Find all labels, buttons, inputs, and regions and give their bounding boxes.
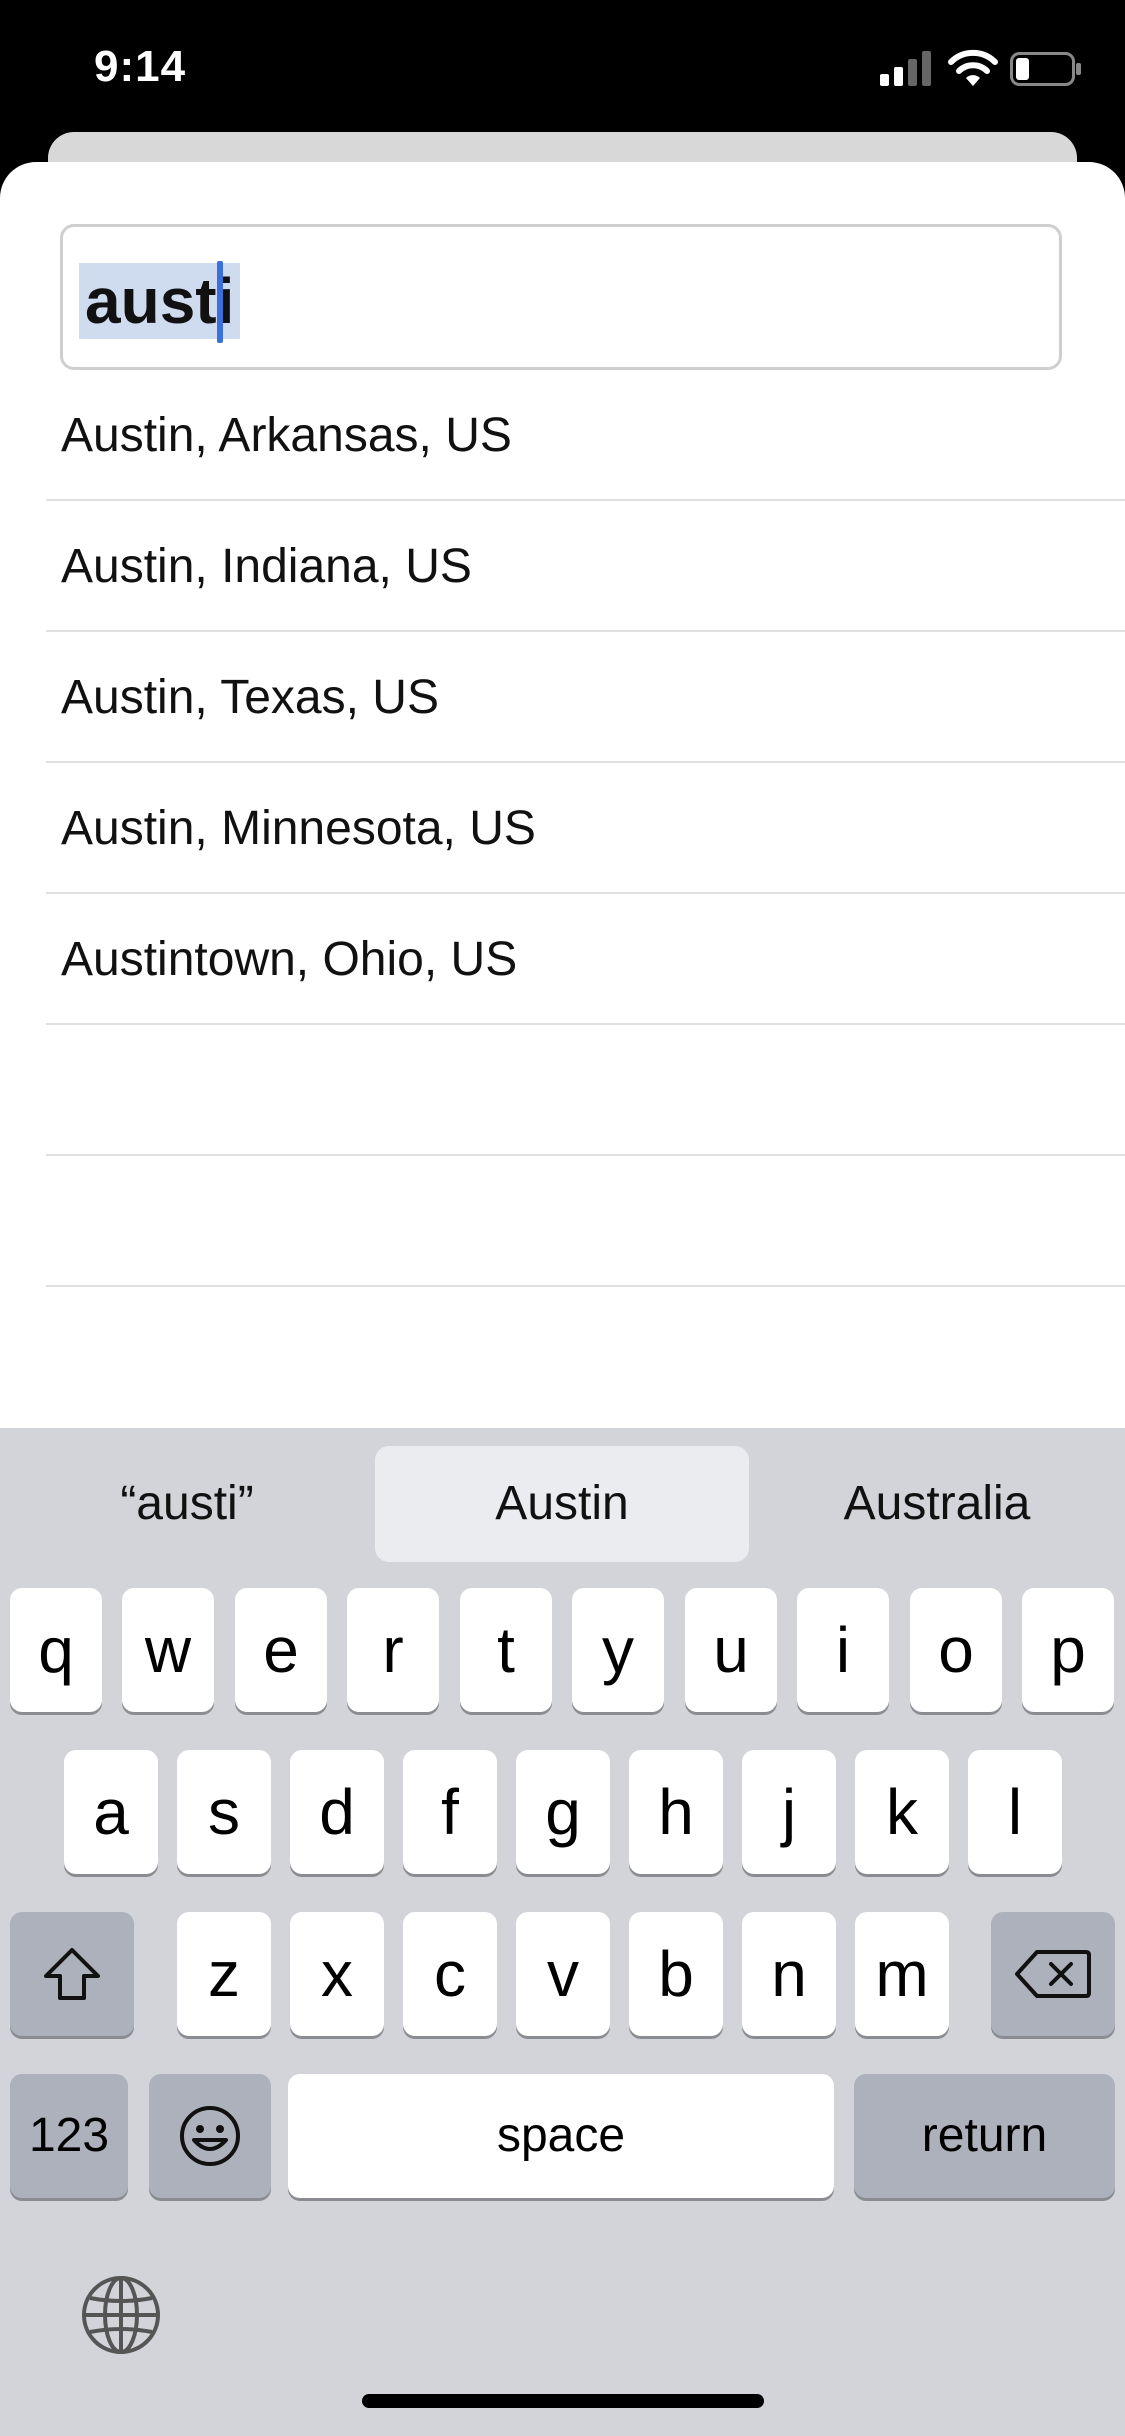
space-key[interactable]: space (288, 2074, 834, 2198)
results-list: Austin, Arkansas, US Austin, Indiana, US… (0, 370, 1125, 1287)
key-q[interactable]: q (10, 1588, 102, 1712)
empty-row (0, 1025, 1125, 1156)
key-m[interactable]: m (855, 1912, 949, 2036)
key-f[interactable]: f (403, 1750, 497, 1874)
key-b[interactable]: b (629, 1912, 723, 2036)
list-item[interactable]: Austin, Indiana, US (0, 501, 1125, 632)
emoji-key[interactable] (149, 2074, 271, 2198)
list-item[interactable]: Austin, Texas, US (0, 632, 1125, 763)
key-c[interactable]: c (403, 1912, 497, 2036)
suggestion-austin[interactable]: Austin (375, 1446, 749, 1562)
key-z[interactable]: z (177, 1912, 271, 2036)
key-g[interactable]: g (516, 1750, 610, 1874)
delete-key[interactable] (991, 1912, 1115, 2036)
result-label: Austintown, Ohio, US (61, 933, 518, 986)
key-t[interactable]: t (460, 1588, 552, 1712)
globe-icon[interactable] (80, 2274, 162, 2356)
shift-key[interactable] (10, 1912, 134, 2036)
result-label: Austin, Arkansas, US (61, 409, 512, 462)
keyboard: “austi” Austin Australia q w e r t y u i… (0, 1428, 1125, 2436)
numbers-key[interactable]: 123 (10, 2074, 128, 2198)
result-label: Austin, Texas, US (61, 671, 439, 724)
list-item[interactable]: Austin, Minnesota, US (0, 763, 1125, 894)
home-indicator (362, 2394, 764, 2408)
key-e[interactable]: e (235, 1588, 327, 1712)
key-y[interactable]: y (572, 1588, 664, 1712)
key-r[interactable]: r (347, 1588, 439, 1712)
key-p[interactable]: p (1022, 1588, 1114, 1712)
key-k[interactable]: k (855, 1750, 949, 1874)
key-l[interactable]: l (968, 1750, 1062, 1874)
list-item[interactable]: Austintown, Ohio, US (0, 894, 1125, 1025)
return-key[interactable]: return (854, 2074, 1115, 2198)
key-s[interactable]: s (177, 1750, 271, 1874)
divider (46, 1285, 1125, 1287)
empty-row (0, 1156, 1125, 1287)
key-j[interactable]: j (742, 1750, 836, 1874)
suggestion-typed[interactable]: “austi” (12, 1446, 362, 1562)
list-item[interactable]: Austin, Arkansas, US (0, 370, 1125, 501)
cellular-signal-icon (880, 51, 931, 86)
wifi-icon (948, 49, 998, 86)
search-input[interactable]: austi (60, 224, 1062, 370)
key-n[interactable]: n (742, 1912, 836, 2036)
location-search-sheet: austi Austin, Arkansas, US Austin, India… (0, 162, 1125, 1432)
key-w[interactable]: w (122, 1588, 214, 1712)
shift-icon (44, 1948, 100, 2000)
key-a[interactable]: a (64, 1750, 158, 1874)
key-i[interactable]: i (797, 1588, 889, 1712)
predictive-bar: “austi” Austin Australia (0, 1428, 1125, 1580)
key-d[interactable]: d (290, 1750, 384, 1874)
key-x[interactable]: x (290, 1912, 384, 2036)
emoji-icon (180, 2106, 240, 2166)
text-caret (217, 261, 223, 343)
status-time: 9:14 (94, 42, 187, 91)
result-label: Austin, Indiana, US (61, 540, 472, 593)
suggestion-australia[interactable]: Australia (762, 1446, 1112, 1562)
delete-icon (1015, 1950, 1091, 1998)
key-h[interactable]: h (629, 1750, 723, 1874)
battery-icon (1010, 52, 1081, 86)
key-v[interactable]: v (516, 1912, 610, 2036)
status-bar: 9:14 (0, 0, 1125, 135)
key-u[interactable]: u (685, 1588, 777, 1712)
key-o[interactable]: o (910, 1588, 1002, 1712)
result-label: Austin, Minnesota, US (61, 802, 536, 855)
